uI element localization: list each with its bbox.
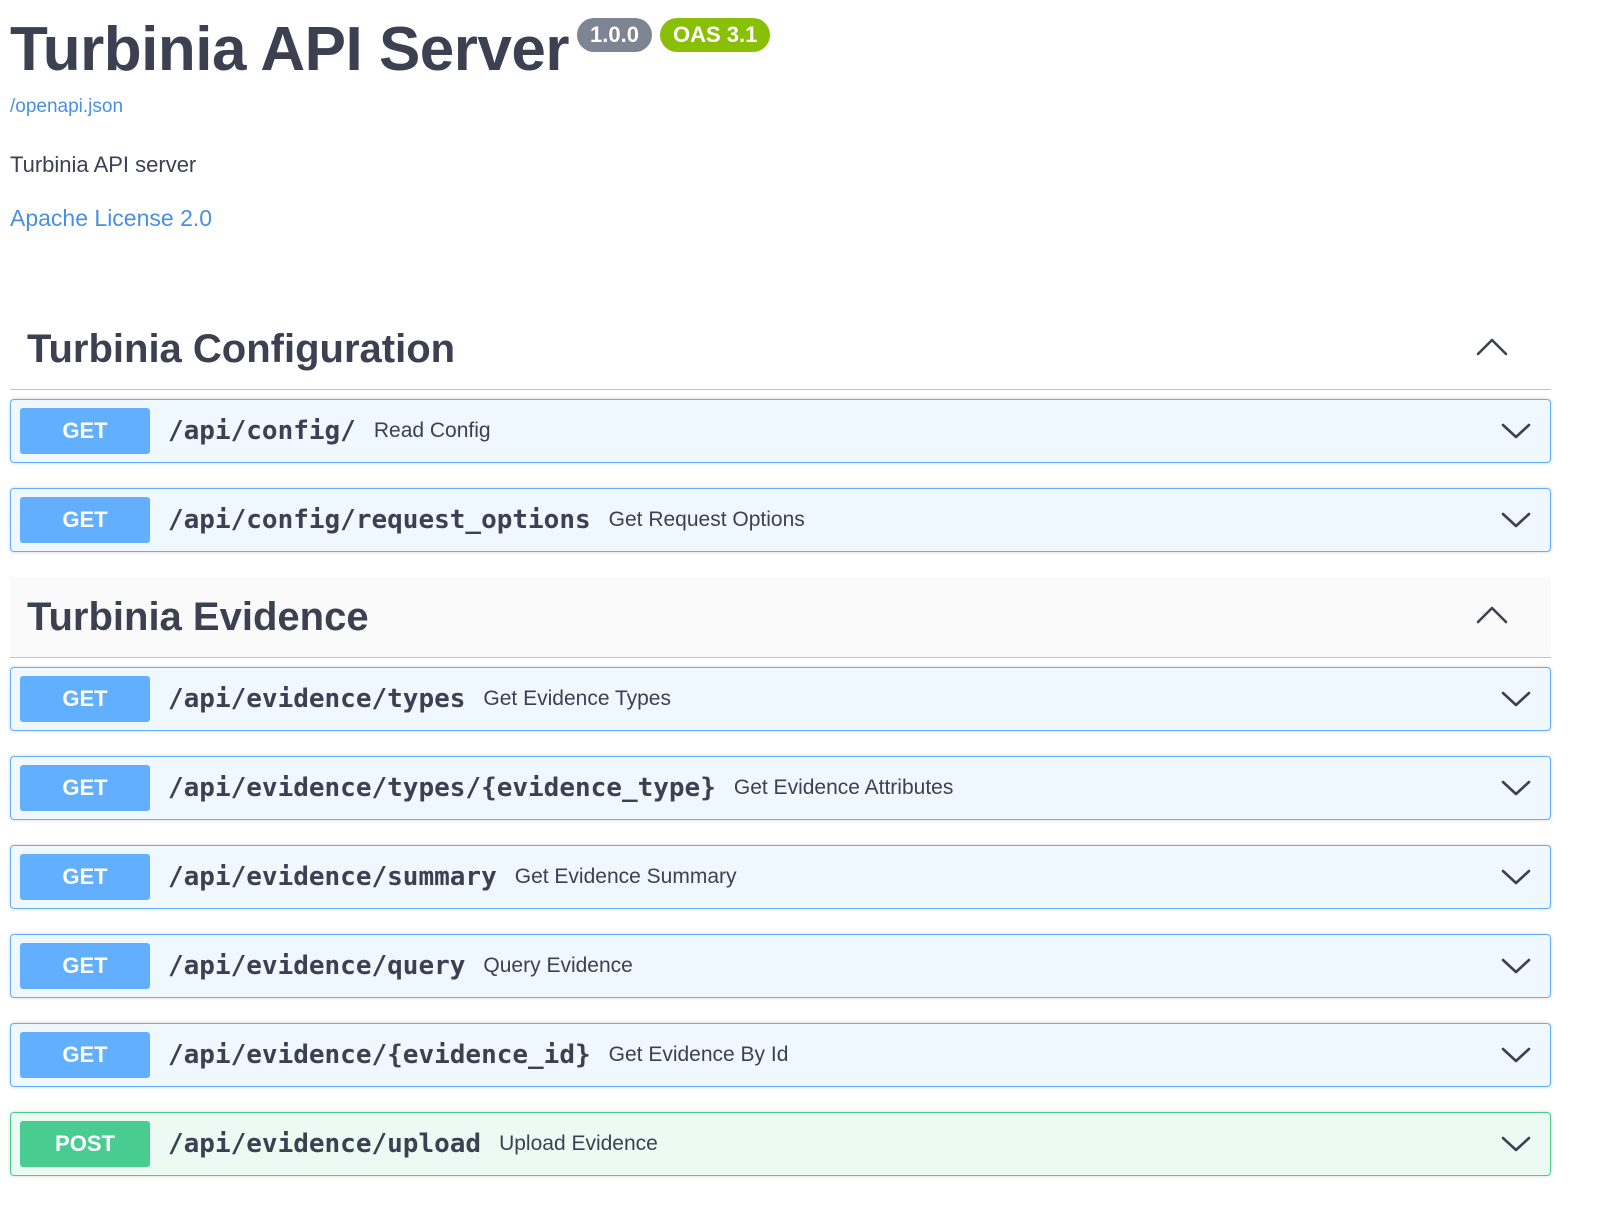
operation-get-evidence-attributes[interactable]: GET /api/evidence/types/{evidence_type} … <box>10 756 1551 820</box>
tag-section-configuration: Turbinia Configuration GET /api/config/ … <box>10 309 1551 568</box>
chevron-down-icon[interactable] <box>1500 509 1532 531</box>
swagger-page: Turbinia API Server 1.0.0 OAS 3.1 /opena… <box>0 0 1600 1219</box>
method-badge-get: GET <box>20 943 150 989</box>
chevron-down-icon[interactable] <box>1500 420 1532 442</box>
operation-path: /api/evidence/types <box>168 684 466 714</box>
operation-path: /api/evidence/types/{evidence_type} <box>168 773 716 803</box>
chevron-down-icon[interactable] <box>1500 777 1532 799</box>
operation-query-evidence[interactable]: GET /api/evidence/query Query Evidence <box>10 934 1551 998</box>
chevron-down-icon[interactable] <box>1500 1044 1532 1066</box>
chevron-down-icon[interactable] <box>1500 866 1532 888</box>
operation-summary: Get Evidence By Id <box>608 1043 789 1066</box>
method-badge-get: GET <box>20 1032 150 1078</box>
operation-path: /api/config/ <box>168 416 356 446</box>
operation-upload-evidence[interactable]: POST /api/evidence/upload Upload Evidenc… <box>10 1112 1551 1176</box>
tag-section-evidence: Turbinia Evidence GET /api/evidence/type… <box>10 577 1551 1192</box>
tag-title: Turbinia Evidence <box>27 594 369 639</box>
operation-path: /api/evidence/upload <box>168 1129 482 1159</box>
operation-get-request-options[interactable]: GET /api/config/request_options Get Requ… <box>10 488 1551 552</box>
operation-path: /api/evidence/query <box>168 951 466 981</box>
operation-summary: Get Evidence Attributes <box>733 776 954 799</box>
method-badge-get: GET <box>20 854 150 900</box>
chevron-down-icon[interactable] <box>1500 1133 1532 1155</box>
version-badge: 1.0.0 <box>577 18 652 52</box>
operation-get-evidence-summary[interactable]: GET /api/evidence/summary Get Evidence S… <box>10 845 1551 909</box>
operation-summary: Get Evidence Summary <box>514 865 737 888</box>
operation-get-evidence-by-id[interactable]: GET /api/evidence/{evidence_id} Get Evid… <box>10 1023 1551 1087</box>
operation-path: /api/evidence/{evidence_id} <box>168 1040 591 1070</box>
tag-header-configuration[interactable]: Turbinia Configuration <box>10 309 1551 390</box>
chevron-down-icon[interactable] <box>1500 955 1532 977</box>
tag-header-evidence[interactable]: Turbinia Evidence <box>10 577 1551 658</box>
api-info: Turbinia API Server 1.0.0 OAS 3.1 /opena… <box>10 14 1570 232</box>
operation-summary: Get Request Options <box>608 508 805 531</box>
tag-title: Turbinia Configuration <box>27 326 456 371</box>
chevron-up-icon[interactable] <box>1475 603 1509 625</box>
oas-badge: OAS 3.1 <box>659 18 771 52</box>
operation-summary: Get Evidence Types <box>483 687 671 710</box>
openapi-json-link[interactable]: /openapi.json <box>10 96 1570 118</box>
license-link[interactable]: Apache License 2.0 <box>10 205 1570 232</box>
operation-summary: Read Config <box>373 419 491 442</box>
chevron-up-icon[interactable] <box>1475 335 1509 357</box>
operation-path: /api/evidence/summary <box>168 862 497 892</box>
title-row: Turbinia API Server 1.0.0 OAS 3.1 <box>10 14 1570 86</box>
chevron-down-icon[interactable] <box>1500 688 1532 710</box>
method-badge-get: GET <box>20 765 150 811</box>
operation-summary: Upload Evidence <box>499 1132 658 1155</box>
method-badge-get: GET <box>20 408 150 454</box>
operation-summary: Query Evidence <box>483 954 633 977</box>
method-badge-post: POST <box>20 1121 150 1167</box>
method-badge-get: GET <box>20 676 150 722</box>
operation-get-evidence-types[interactable]: GET /api/evidence/types Get Evidence Typ… <box>10 667 1551 731</box>
operation-get-config[interactable]: GET /api/config/ Read Config <box>10 399 1551 463</box>
api-title: Turbinia API Server <box>10 15 570 84</box>
operation-path: /api/config/request_options <box>168 505 591 535</box>
api-description: Turbinia API server <box>10 152 197 177</box>
method-badge-get: GET <box>20 497 150 543</box>
